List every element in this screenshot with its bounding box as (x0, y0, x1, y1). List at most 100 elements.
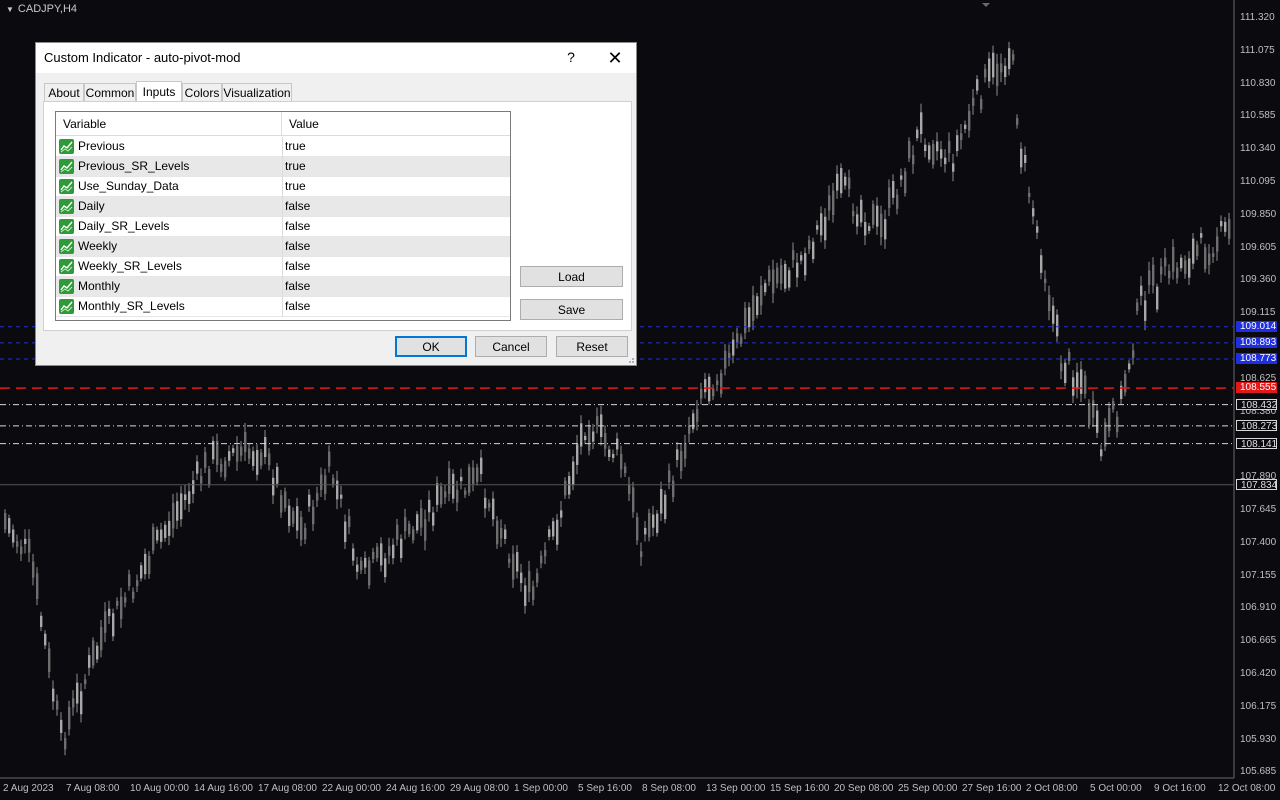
candle-body (1176, 267, 1179, 279)
column-header-variable[interactable]: Variable (56, 112, 282, 136)
candle-body (652, 514, 655, 528)
price-level-badge: 108.773 (1236, 352, 1277, 364)
candle-body (672, 480, 675, 498)
candle-body (788, 270, 791, 288)
param-name: Previous_SR_Levels (78, 159, 190, 173)
param-value[interactable]: false (285, 197, 310, 216)
table-row[interactable]: Weekly_SR_Levels false (56, 257, 510, 277)
ok-button[interactable]: OK (395, 336, 467, 357)
candle-body (660, 489, 663, 514)
candle-body (184, 494, 187, 501)
candle-body (1072, 377, 1075, 396)
table-row[interactable]: Monthly false (56, 277, 510, 297)
reset-button[interactable]: Reset (556, 336, 628, 357)
candle-body (708, 376, 711, 402)
time-label: 17 Aug 08:00 (258, 783, 317, 794)
candle-body (192, 480, 195, 494)
table-row[interactable]: Daily_SR_Levels false (56, 217, 510, 237)
candle-body (1012, 54, 1015, 61)
price-level-badge: 107.834 (1236, 478, 1277, 491)
candle-body (288, 505, 291, 526)
indicator-param-icon (59, 259, 74, 274)
candle-body (800, 255, 803, 261)
candle-body (320, 474, 323, 491)
param-value[interactable]: true (285, 157, 306, 176)
param-value[interactable]: false (285, 237, 310, 256)
candle-body (752, 295, 755, 321)
candle-body (428, 499, 431, 513)
price-label: 109.115 (1240, 307, 1276, 319)
table-row[interactable]: Previous_SR_Levels true (56, 157, 510, 177)
candle-body (1188, 258, 1191, 278)
candle-body (108, 608, 111, 617)
candle-body (544, 550, 547, 557)
candle-body (832, 190, 835, 216)
candle-body (404, 517, 407, 532)
table-row[interactable]: Use_Sunday_Data true (56, 177, 510, 197)
tab-visualization[interactable]: Visualization (222, 83, 292, 102)
tab-colors[interactable]: Colors (182, 83, 222, 102)
candle-body (896, 194, 899, 209)
candle-body (756, 296, 759, 316)
candle-body (656, 513, 659, 533)
candle-body (556, 519, 559, 545)
close-icon[interactable]: ✕ (602, 47, 628, 69)
candle-body (1036, 226, 1039, 233)
column-header-value[interactable]: Value (282, 112, 510, 136)
candle-body (1148, 270, 1151, 286)
candle-body (944, 157, 947, 165)
table-row[interactable]: Weekly false (56, 237, 510, 257)
tab-inputs[interactable]: Inputs (136, 81, 182, 103)
tab-about[interactable]: About (44, 83, 84, 102)
candle-body (268, 453, 271, 466)
resize-grip-icon[interactable] (626, 355, 634, 363)
candle-body (264, 437, 267, 457)
column-divider (282, 217, 283, 237)
candle-body (248, 448, 251, 459)
param-value[interactable]: false (285, 297, 310, 316)
candle-body (488, 503, 491, 508)
table-row[interactable]: Previous true (56, 137, 510, 157)
cancel-button[interactable]: Cancel (475, 336, 547, 357)
help-button[interactable]: ? (564, 49, 578, 65)
price-label: 106.420 (1240, 668, 1277, 679)
candle-body (892, 181, 895, 198)
candle-body (868, 226, 871, 231)
time-label: 2 Aug 2023 (3, 783, 54, 794)
candle-body (1096, 410, 1099, 433)
candle-body (624, 466, 627, 474)
custom-indicator-dialog: Custom Indicator - auto-pivot-mod ? ✕ Ab… (35, 42, 637, 366)
candle-body (1144, 300, 1147, 321)
param-value[interactable]: false (285, 217, 310, 236)
candle-body (80, 691, 83, 715)
candle-body (516, 552, 519, 572)
dialog-titlebar[interactable]: Custom Indicator - auto-pivot-mod ? ✕ (36, 43, 636, 73)
candle-body (172, 503, 175, 529)
candle-body (680, 450, 683, 472)
indicator-param-icon (59, 219, 74, 234)
param-value[interactable]: true (285, 177, 306, 196)
candle-body (1092, 400, 1095, 418)
candle-body (524, 585, 527, 606)
load-button[interactable]: Load (520, 266, 623, 287)
candle-body (296, 506, 299, 531)
column-divider (282, 157, 283, 177)
candle-body (936, 141, 939, 152)
candle-body (1044, 278, 1047, 283)
time-label: 9 Oct 16:00 (1154, 783, 1206, 794)
candle-body (948, 140, 951, 154)
candle-body (576, 444, 579, 465)
inputs-table[interactable]: Variable Value Previous true Previous_SR_L… (55, 111, 511, 321)
param-value[interactable]: true (285, 137, 306, 156)
dropdown-triangle-icon[interactable]: ▼ (6, 5, 14, 14)
candle-body (48, 648, 51, 672)
table-row[interactable]: Daily false (56, 197, 510, 217)
table-row[interactable]: Monthly_SR_Levels false (56, 297, 510, 317)
param-value[interactable]: false (285, 277, 310, 296)
candle-body (676, 449, 679, 460)
tab-common[interactable]: Common (84, 83, 136, 102)
param-value[interactable]: false (285, 257, 310, 276)
candle-body (604, 432, 607, 449)
save-button[interactable]: Save (520, 299, 623, 320)
candle-body (1064, 362, 1067, 383)
